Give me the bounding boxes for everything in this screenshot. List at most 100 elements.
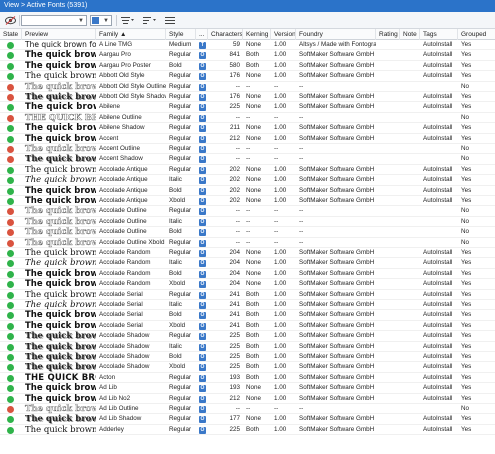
col-grouped[interactable]: Grouped xyxy=(458,29,495,40)
state-status-icon[interactable] xyxy=(7,208,14,216)
table-row[interactable]: The quick brow Accent Outline Regular O -- --… xyxy=(0,144,495,155)
state-cell[interactable] xyxy=(0,279,22,289)
state-status-icon[interactable] xyxy=(7,281,14,289)
state-status-icon[interactable] xyxy=(7,354,14,361)
table-row[interactable]: The quick brownAccolade Serial Bold O 241 Bo… xyxy=(0,310,495,321)
state-cell[interactable] xyxy=(0,206,22,216)
state-cell[interactable] xyxy=(0,102,22,112)
state-status-icon[interactable] xyxy=(7,312,14,320)
table-row[interactable]: The quick brown fAd Lib Outline Regular O -… xyxy=(0,404,495,415)
state-status-icon[interactable] xyxy=(7,426,14,434)
state-status-icon[interactable] xyxy=(7,104,14,112)
table-row[interactable]: The quick brown Accolade Serial Regular O 24… xyxy=(0,290,495,300)
table-row[interactable]: The quick brown fAd Lib Regular O 193 None 1.… xyxy=(0,383,495,394)
state-cell[interactable] xyxy=(0,300,22,310)
state-cell[interactable] xyxy=(0,71,22,81)
table-row[interactable]: The quick brown foxAbilene Regular O 225 Non… xyxy=(0,102,495,113)
state-cell[interactable] xyxy=(0,217,22,227)
state-cell[interactable] xyxy=(0,352,22,362)
table-row[interactable]: The quick brown Accolade Random Regular O 20… xyxy=(0,248,495,259)
state-cell[interactable] xyxy=(0,310,22,320)
table-row[interactable]: The quick brown foAd Lib Shadow Regular O 1… xyxy=(0,414,495,425)
state-cell[interactable] xyxy=(0,342,22,352)
state-cell[interactable] xyxy=(0,154,22,164)
col-kerning[interactable]: Kerning xyxy=(243,29,271,40)
col-state[interactable]: State xyxy=(0,29,22,40)
state-cell[interactable] xyxy=(0,123,22,133)
state-cell[interactable] xyxy=(0,269,22,279)
state-status-icon[interactable] xyxy=(7,343,14,351)
state-status-icon[interactable] xyxy=(7,270,14,278)
state-cell[interactable] xyxy=(0,373,22,383)
state-status-icon[interactable] xyxy=(7,73,14,81)
table-row[interactable]: The quick brownAccolade Random Bold O 204 No… xyxy=(0,269,495,280)
state-status-icon[interactable] xyxy=(7,260,14,268)
table-row[interactable]: The quick brown foAbbott Old Style Regula… xyxy=(0,71,495,82)
state-cell[interactable] xyxy=(0,82,22,92)
state-status-icon[interactable] xyxy=(7,322,14,330)
col-preview[interactable]: Preview xyxy=(22,29,96,40)
state-status-icon[interactable] xyxy=(7,198,14,205)
table-row[interactable]: The quick brown foAdderley Regular O 225 Bot… xyxy=(0,425,495,436)
table-row[interactable]: The quick brown Accolade Antique Italic O 20… xyxy=(0,175,495,186)
state-cell[interactable] xyxy=(0,175,22,185)
state-cell[interactable] xyxy=(0,248,22,258)
state-cell[interactable] xyxy=(0,383,22,393)
state-status-icon[interactable] xyxy=(7,239,14,247)
filter-icon[interactable] xyxy=(120,15,136,26)
state-cell[interactable] xyxy=(0,290,22,300)
state-status-icon[interactable] xyxy=(7,177,14,185)
col-family[interactable]: Family ▲ xyxy=(96,29,166,40)
table-row[interactable]: The quick brownAccolade Antique Bold O 202 N… xyxy=(0,186,495,196)
col-note[interactable]: Note xyxy=(400,29,420,40)
col-version[interactable]: Version xyxy=(271,29,296,40)
table-row[interactable]: The quick brown Accolade Serial Italic O 241… xyxy=(0,300,495,311)
table-row[interactable]: The quick brow Accent Shadow Regular O -- -- -… xyxy=(0,154,495,165)
state-status-icon[interactable] xyxy=(7,395,14,403)
state-status-icon[interactable] xyxy=(7,166,14,174)
table-row[interactable]: The quick brownAccolade Outline Bold O -- --… xyxy=(0,227,495,238)
state-cell[interactable] xyxy=(0,258,22,268)
table-row[interactable]: The quick brownAccolade Shadow Italic O 225… xyxy=(0,342,495,352)
state-cell[interactable] xyxy=(0,144,22,154)
state-cell[interactable] xyxy=(0,134,22,144)
state-status-icon[interactable] xyxy=(7,374,14,382)
table-row[interactable]: The quick brown fAbbott Old Style Shadow… xyxy=(0,92,495,103)
col-characters[interactable]: Characters xyxy=(208,29,243,40)
table-row[interactable]: The quick brownAccolade Outline Xbold Reg… xyxy=(0,238,495,248)
state-status-icon[interactable] xyxy=(7,156,14,164)
state-status-icon[interactable] xyxy=(7,83,14,91)
state-status-icon[interactable] xyxy=(7,146,14,153)
table-row[interactable]: The quick brown Accolade Antique Regular O 2… xyxy=(0,165,495,176)
eye-filter-icon[interactable] xyxy=(4,15,16,26)
state-cell[interactable] xyxy=(0,40,22,50)
state-status-icon[interactable] xyxy=(7,42,14,49)
state-cell[interactable] xyxy=(0,238,22,248)
state-status-icon[interactable] xyxy=(7,229,14,237)
col-tags[interactable]: Tags xyxy=(420,29,458,40)
state-status-icon[interactable] xyxy=(7,187,14,195)
table-row[interactable]: THE QUICK BROWNActon Regular O 193 Both 1.00 S… xyxy=(0,373,495,384)
col-rating[interactable]: Rating xyxy=(376,29,400,40)
state-status-icon[interactable] xyxy=(7,406,14,413)
state-status-icon[interactable] xyxy=(7,416,14,424)
table-row[interactable]: THE QUICK BROWN FOAbilene Outline Regular… xyxy=(0,113,495,124)
state-status-icon[interactable] xyxy=(7,302,14,309)
state-status-icon[interactable] xyxy=(7,291,14,299)
state-status-icon[interactable] xyxy=(7,385,14,393)
col-type[interactable]: ... xyxy=(196,29,208,40)
state-status-icon[interactable] xyxy=(7,333,14,341)
state-cell[interactable] xyxy=(0,414,22,424)
table-row[interactable]: The quick brownAccolade Antique Xbold O 202… xyxy=(0,196,495,207)
state-cell[interactable] xyxy=(0,50,22,60)
col-foundry[interactable]: Foundry xyxy=(296,29,376,40)
sort-icon[interactable] xyxy=(142,15,158,26)
state-status-icon[interactable] xyxy=(7,94,14,101)
list-icon[interactable] xyxy=(164,15,176,26)
state-cell[interactable] xyxy=(0,113,22,123)
state-cell[interactable] xyxy=(0,331,22,341)
state-cell[interactable] xyxy=(0,404,22,414)
state-status-icon[interactable] xyxy=(7,250,14,257)
state-cell[interactable] xyxy=(0,186,22,196)
filter-combo[interactable]: ▼ xyxy=(21,15,87,26)
